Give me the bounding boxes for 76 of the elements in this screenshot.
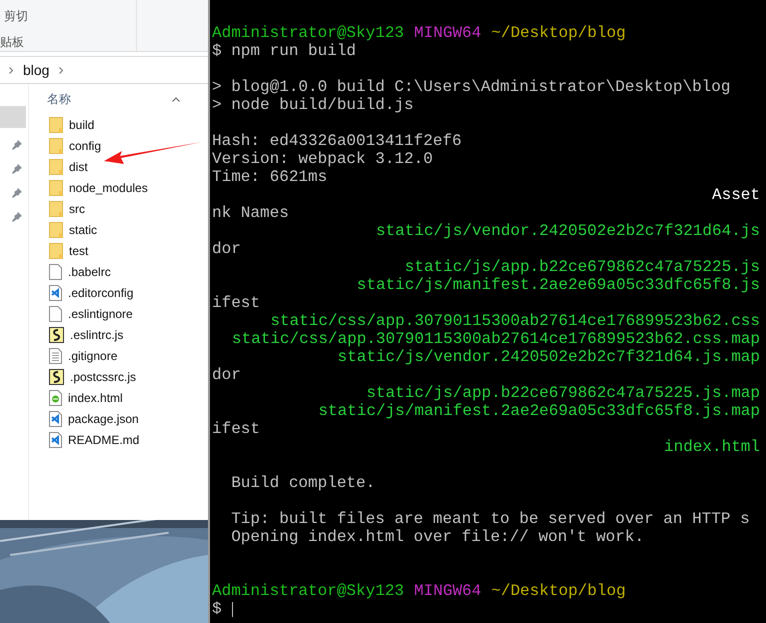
folder-icon: [49, 180, 63, 196]
breadcrumb-item[interactable]: blog: [23, 60, 50, 80]
file-item[interactable]: README.md: [29, 429, 208, 450]
asset-name: static/css/app.30790115300ab27614ce176899523b62.css: [270, 312, 760, 330]
asset-name: static/js/vendor.2420502e2b2c7f321d64.js.map: [338, 348, 760, 366]
asset-name: static/js/manifest.2ae2e69a05c33dfc65f8.js: [356, 276, 760, 294]
asset-name: index.html: [664, 438, 760, 456]
file-item[interactable]: .babelrc: [29, 261, 208, 282]
file-item[interactable]: .postcssrc.js: [29, 366, 208, 387]
pin-icon[interactable]: [12, 212, 22, 222]
folder-icon: [49, 138, 63, 154]
file-icon: [49, 306, 62, 322]
file-item[interactable]: static: [29, 219, 208, 240]
prompt-system: MINGW64: [414, 582, 482, 600]
file-item[interactable]: src: [29, 198, 208, 219]
output-line: Time: 6621ms: [212, 168, 328, 186]
file-item[interactable]: test: [29, 240, 208, 261]
code-file-icon: [49, 284, 62, 300]
address-bar[interactable]: blog: [0, 56, 208, 84]
prompt-system: MINGW64: [414, 24, 482, 42]
file-item[interactable]: .eslintignore: [29, 303, 208, 324]
code-file-icon: [49, 410, 62, 426]
output-line: ifest: [212, 420, 260, 438]
name-column-header[interactable]: 名称: [47, 90, 71, 108]
file-item[interactable]: node_modules: [29, 177, 208, 198]
asset-name: static/js/manifest.2ae2e69a05c33dfc65f8.js.map: [318, 402, 760, 420]
chevron-icon: [59, 66, 64, 74]
folder-icon: [49, 222, 63, 238]
file-item[interactable]: .eslintrc.js: [29, 324, 208, 345]
output-line: Opening index.html over file:// won't work.: [230, 528, 644, 546]
output-line: Version: webpack 3.12.0: [212, 150, 433, 168]
output-line: Tip: built files are meant to be served over an HTTP s: [230, 510, 750, 528]
text-cursor: [232, 602, 233, 616]
output-line: $ npm run build: [212, 42, 356, 60]
output-line: Build complete.: [230, 474, 376, 492]
html-file-icon: [49, 390, 62, 406]
column-header: Asset: [712, 186, 760, 204]
pin-icon[interactable]: [12, 140, 22, 150]
clipboard-group-label: 贴板: [0, 34, 25, 51]
sort-caret-icon[interactable]: [172, 96, 180, 102]
text-file-icon: [49, 348, 62, 364]
asset-name: static/js/vendor.2420502e2b2c7f321d64.js: [376, 222, 760, 240]
file-item[interactable]: config: [29, 135, 208, 156]
file-item[interactable]: .gitignore: [29, 345, 208, 366]
file-item[interactable]: package.json: [29, 408, 208, 429]
file-icon: [49, 264, 62, 280]
file-item[interactable]: dist: [29, 156, 208, 177]
asset-name: static/js/app.b22ce679862c47a75225.js: [404, 258, 760, 276]
folder-icon: [49, 158, 63, 174]
cut-command[interactable]: 剪切: [0, 7, 136, 25]
script-file-icon: [49, 326, 64, 342]
output-line: Hash: ed43326a0013411f2ef6: [212, 132, 462, 150]
output-line: > node build/build.js: [212, 96, 414, 114]
folder-icon: [49, 200, 63, 216]
folder-icon: [49, 116, 63, 132]
output-line: ifest: [212, 294, 260, 312]
pin-icon[interactable]: [12, 164, 22, 174]
prompt-user: Administrator@Sky123: [212, 582, 404, 600]
file-item[interactable]: build: [29, 114, 208, 135]
prompt-path: ~/Desktop/blog: [491, 582, 626, 600]
code-file-icon: [49, 432, 62, 448]
output-line: nk Names: [212, 204, 289, 222]
output-line: dor: [212, 240, 241, 258]
script-file-icon: [49, 368, 64, 384]
output-line: > blog@1.0.0 build C:\Users\Administrator\Desktop\blog: [212, 78, 730, 96]
output-line: dor: [212, 366, 241, 384]
prompt-user: Administrator@Sky123: [212, 24, 404, 42]
file-item[interactable]: index.html: [29, 387, 208, 408]
prompt-symbol: $: [212, 600, 222, 618]
chevron-icon: [9, 66, 13, 74]
file-item[interactable]: .editorconfig: [29, 282, 208, 303]
asset-name: static/js/app.b22ce679862c47a75225.js.map: [366, 384, 760, 402]
asset-name: static/css/app.30790115300ab27614ce176899523b62.css.map: [232, 330, 760, 348]
folder-icon: [49, 242, 63, 258]
pin-icon[interactable]: [12, 188, 22, 198]
prompt-path: ~/Desktop/blog: [491, 24, 626, 42]
